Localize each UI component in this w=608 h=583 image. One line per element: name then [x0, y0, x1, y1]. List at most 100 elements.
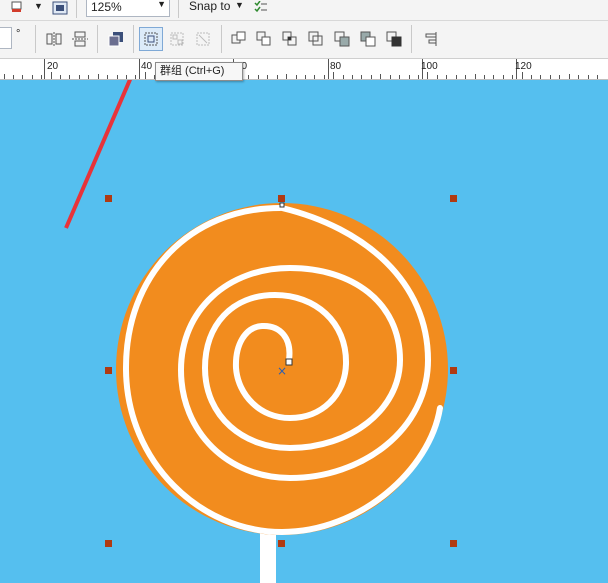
separator	[178, 0, 179, 18]
drawing-canvas[interactable]: ×	[0, 80, 608, 583]
mirror-horizontal-icon[interactable]	[43, 28, 65, 50]
ruler-tick	[531, 75, 533, 79]
mirror-vertical-icon[interactable]	[69, 28, 91, 50]
ruler-tick	[446, 75, 448, 79]
ruler-tick	[304, 75, 306, 79]
ruler-tick	[352, 75, 354, 79]
weld-icon[interactable]	[228, 28, 250, 50]
chevron-down-icon: ▼	[157, 0, 166, 9]
ruler-tick	[135, 75, 137, 79]
ruler-tick	[267, 75, 269, 79]
horizontal-ruler[interactable]: 20 40 60 80 100 120	[0, 59, 608, 80]
ruler-tick	[568, 74, 570, 79]
group-icon	[144, 32, 158, 46]
lollipop-drawing[interactable]: ×	[0, 80, 608, 583]
ruler-tick	[455, 75, 457, 79]
ruler-tick	[60, 75, 62, 79]
ruler-tick	[361, 75, 363, 79]
ruler-tick	[22, 75, 24, 79]
ruler-tick	[276, 75, 278, 79]
property-toolbar-top: ▼ 125% ▼ Snap to ▼	[0, 0, 608, 21]
intersect-icon[interactable]	[279, 28, 301, 50]
selection-handle-right[interactable]	[450, 367, 457, 374]
back-minus-front-icon[interactable]	[357, 28, 379, 50]
ruler-tick	[3, 74, 5, 79]
ruler-tick	[408, 75, 410, 79]
separator	[133, 25, 134, 53]
separator	[221, 25, 222, 53]
selection-handle-bottom-left[interactable]	[105, 540, 112, 547]
align-distribute-icon[interactable]	[419, 28, 441, 50]
separator	[76, 0, 77, 18]
annotation-arrow	[64, 80, 133, 229]
create-boundary-icon[interactable]	[383, 28, 405, 50]
order-icon[interactable]	[105, 28, 127, 50]
ruler-major-tick	[328, 59, 329, 79]
ruler-tick	[512, 75, 514, 79]
ruler-label: 80	[330, 61, 342, 72]
front-minus-back-icon[interactable]	[331, 28, 353, 50]
ruler-tick	[88, 75, 90, 79]
ruler-tick	[295, 75, 297, 79]
ruler-tick	[578, 75, 580, 79]
ruler-tick	[549, 75, 551, 79]
chevron-down-icon[interactable]: ▼	[235, 0, 244, 10]
ruler-tick	[436, 75, 438, 79]
selection-handle-left[interactable]	[105, 367, 112, 374]
property-toolbar: °	[0, 21, 608, 59]
selection-handle-bottom-right[interactable]	[450, 540, 457, 547]
checklist-icon[interactable]	[250, 0, 272, 19]
ruler-tick	[474, 74, 476, 79]
selection-handle-top[interactable]	[278, 195, 285, 202]
center-x-icon: ×	[277, 364, 287, 378]
ruler-tick	[502, 75, 504, 79]
degree-label: °	[16, 28, 21, 40]
ruler-tick	[521, 72, 523, 79]
selection-handle-bottom[interactable]	[278, 540, 285, 547]
ruler-tick	[314, 75, 316, 79]
ruler-tick	[41, 75, 43, 79]
ruler-tick	[78, 75, 80, 79]
ruler-major-tick	[44, 59, 45, 79]
ruler-tick	[483, 75, 485, 79]
ruler-tick	[370, 75, 372, 79]
trim-icon[interactable]	[253, 28, 275, 50]
ruler-tick	[389, 75, 391, 79]
ruler-tick	[107, 75, 109, 79]
paint-bucket-icon[interactable]	[6, 0, 28, 19]
rotation-input[interactable]	[0, 27, 12, 49]
zoom-value: 125%	[91, 0, 122, 14]
group-tooltip: 群组 (Ctrl+G)	[155, 62, 243, 81]
snap-to-button[interactable]: Snap to	[189, 0, 230, 13]
ruler-tick	[399, 75, 401, 79]
ruler-tick	[286, 74, 288, 79]
ungroup-icon[interactable]	[166, 28, 188, 50]
ruler-tick	[380, 74, 382, 79]
ruler-tick	[69, 75, 71, 79]
ruler-tick	[50, 72, 52, 79]
ruler-tick	[116, 75, 118, 79]
ruler-tick	[323, 75, 325, 79]
simplify-icon[interactable]	[305, 28, 327, 50]
separator	[97, 25, 98, 53]
ruler-tick	[587, 75, 589, 79]
selection-handle-top-right[interactable]	[450, 195, 457, 202]
zoom-level-select[interactable]: 125% ▼	[86, 0, 170, 17]
ruler-tick	[493, 75, 495, 79]
ruler-tick	[417, 75, 419, 79]
ruler-tick	[333, 72, 335, 79]
ungroup-all-icon[interactable]	[192, 28, 214, 50]
ruler-tick	[257, 75, 259, 79]
dropdown-arrow-icon[interactable]: ▼	[34, 1, 43, 11]
separator	[35, 25, 36, 53]
ruler-major-tick	[139, 59, 140, 79]
ruler-tick	[465, 75, 467, 79]
selection-handle-top-left[interactable]	[105, 195, 112, 202]
ruler-label: 20	[47, 61, 59, 72]
ruler-tick	[125, 75, 127, 79]
node-marker[interactable]	[279, 202, 285, 208]
ruler-label: 100	[421, 61, 438, 72]
group-button[interactable]	[139, 27, 163, 51]
image-icon[interactable]	[49, 0, 71, 19]
ruler-label: 40	[141, 61, 153, 72]
